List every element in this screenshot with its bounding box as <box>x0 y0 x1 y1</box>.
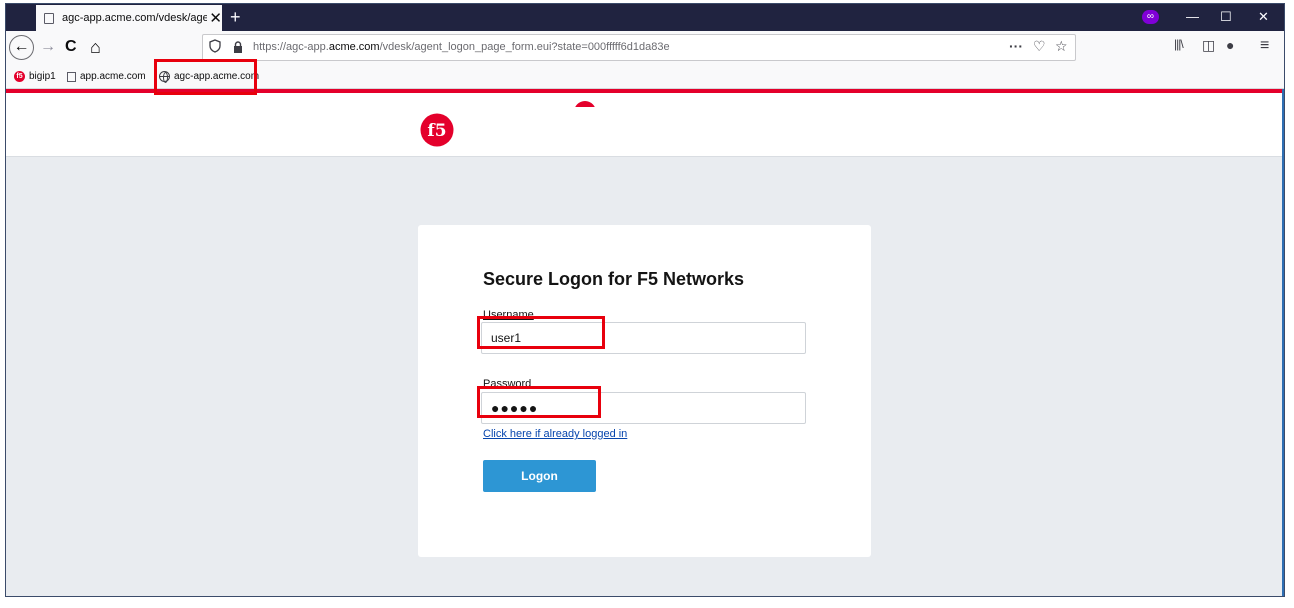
f5-logo: f5 <box>420 113 454 147</box>
bookmark-agc-app-acme[interactable]: agc-app.acme.com <box>159 68 259 85</box>
already-logged-in-link[interactable]: Click here if already logged in <box>483 428 627 440</box>
back-button[interactable]: ← <box>9 35 34 60</box>
forward-button[interactable]: → <box>40 36 56 58</box>
minimize-button[interactable]: — <box>1186 7 1199 27</box>
tab-title: agc-app.acme.com/vdesk/agent_logon_page_… <box>62 12 208 24</box>
lock-icon[interactable] <box>233 41 243 53</box>
browser-tab[interactable]: agc-app.acme.com/vdesk/agent_logon_page_… <box>36 5 222 31</box>
tracking-shield-icon[interactable] <box>209 39 221 56</box>
svg-text:f5: f5 <box>427 121 446 141</box>
reload-button[interactable]: C <box>65 36 77 58</box>
bookmark-label: app.acme.com <box>80 71 146 82</box>
navigation-bar: ← → C ⌂ https://agc-app.acme.com/vdesk/a… <box>6 31 1284 64</box>
page-content: f5 Secure Logon for F5 Networks Username… <box>6 89 1284 596</box>
bookmarks-toolbar: f5 bigip1 app.acme.com agc-app.acme.com <box>6 64 1284 89</box>
logon-button[interactable]: Logon <box>483 460 596 492</box>
menu-icon[interactable]: ≡ <box>1260 37 1269 55</box>
new-tab-button[interactable]: + <box>230 6 241 28</box>
library-icon[interactable]: |||\ <box>1174 37 1184 51</box>
page-actions-icon[interactable]: ··· <box>1009 38 1023 54</box>
tab-strip: agc-app.acme.com/vdesk/agent_logon_page_… <box>6 4 1284 31</box>
close-tab-icon[interactable]: ✕ <box>209 11 222 26</box>
private-browsing-icon: ∞ <box>1142 10 1159 24</box>
bookmark-star-icon[interactable]: ☆ <box>1055 38 1068 55</box>
f5-icon: f5 <box>14 71 25 82</box>
browser-window: agc-app.acme.com/vdesk/agent_logon_page_… <box>5 3 1285 597</box>
logo-fragment <box>574 101 596 107</box>
page-header: f5 <box>6 93 1284 157</box>
page-icon <box>44 12 54 24</box>
password-label: Password <box>483 378 532 390</box>
page-title: Secure Logon for F5 Networks <box>483 269 745 289</box>
bookmark-label: bigip1 <box>29 71 56 82</box>
window-edge <box>1282 89 1284 596</box>
pocket-icon[interactable]: ♡ <box>1033 38 1046 55</box>
bookmark-label: agc-app.acme.com <box>174 71 260 82</box>
url-bar[interactable]: https://agc-app.acme.com/vdesk/agent_log… <box>202 34 1076 61</box>
page-icon <box>67 71 76 82</box>
logon-card: Secure Logon for F5 Networks Username Pa… <box>418 225 871 557</box>
bookmark-bigip1[interactable]: f5 bigip1 <box>14 68 56 85</box>
url-text[interactable]: https://agc-app.acme.com/vdesk/agent_log… <box>253 41 670 53</box>
maximize-button[interactable]: ☐ <box>1220 7 1232 27</box>
password-input[interactable] <box>481 392 806 424</box>
account-icon[interactable]: ● <box>1226 37 1234 53</box>
close-window-button[interactable]: ✕ <box>1258 7 1269 27</box>
username-label: Username <box>483 309 534 321</box>
globe-icon <box>159 71 170 83</box>
sidebar-icon[interactable]: ◫ <box>1202 37 1215 54</box>
home-button[interactable]: ⌂ <box>90 36 101 58</box>
username-input[interactable] <box>481 322 806 354</box>
bookmark-app-acme[interactable]: app.acme.com <box>67 68 146 85</box>
